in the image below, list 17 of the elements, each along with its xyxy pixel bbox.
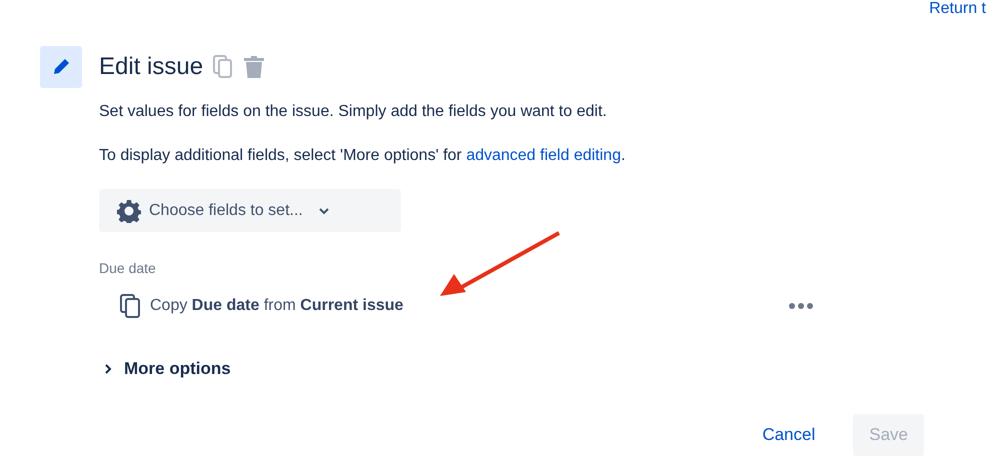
advanced-editing-link[interactable]: advanced field editing [466,147,621,164]
field-label: Due date [99,260,157,276]
more-options-toggle[interactable]: More options [99,359,929,379]
chevron-icon [104,363,114,375]
field-value-text: Copy Due date from Current issue [150,297,404,315]
action-title: Edit issue [99,53,204,81]
more-icon[interactable] [788,302,814,310]
cancel-button[interactable]: Cancel [746,414,832,456]
copy-icon [120,294,142,318]
return-link[interactable]: Return t [929,0,986,18]
gear-icon [117,198,141,222]
description-text: Set values for fields on the issue. Simply add the fields you want to edit. [99,102,608,122]
pencil-icon [40,46,82,88]
trash-icon[interactable] [243,55,266,79]
copy-icon[interactable] [213,55,234,79]
choose-fields-button[interactable]: Choose fields to set... [99,189,401,232]
note-text: To display additional fields, select 'More options' for advanced field editing. [99,146,626,166]
